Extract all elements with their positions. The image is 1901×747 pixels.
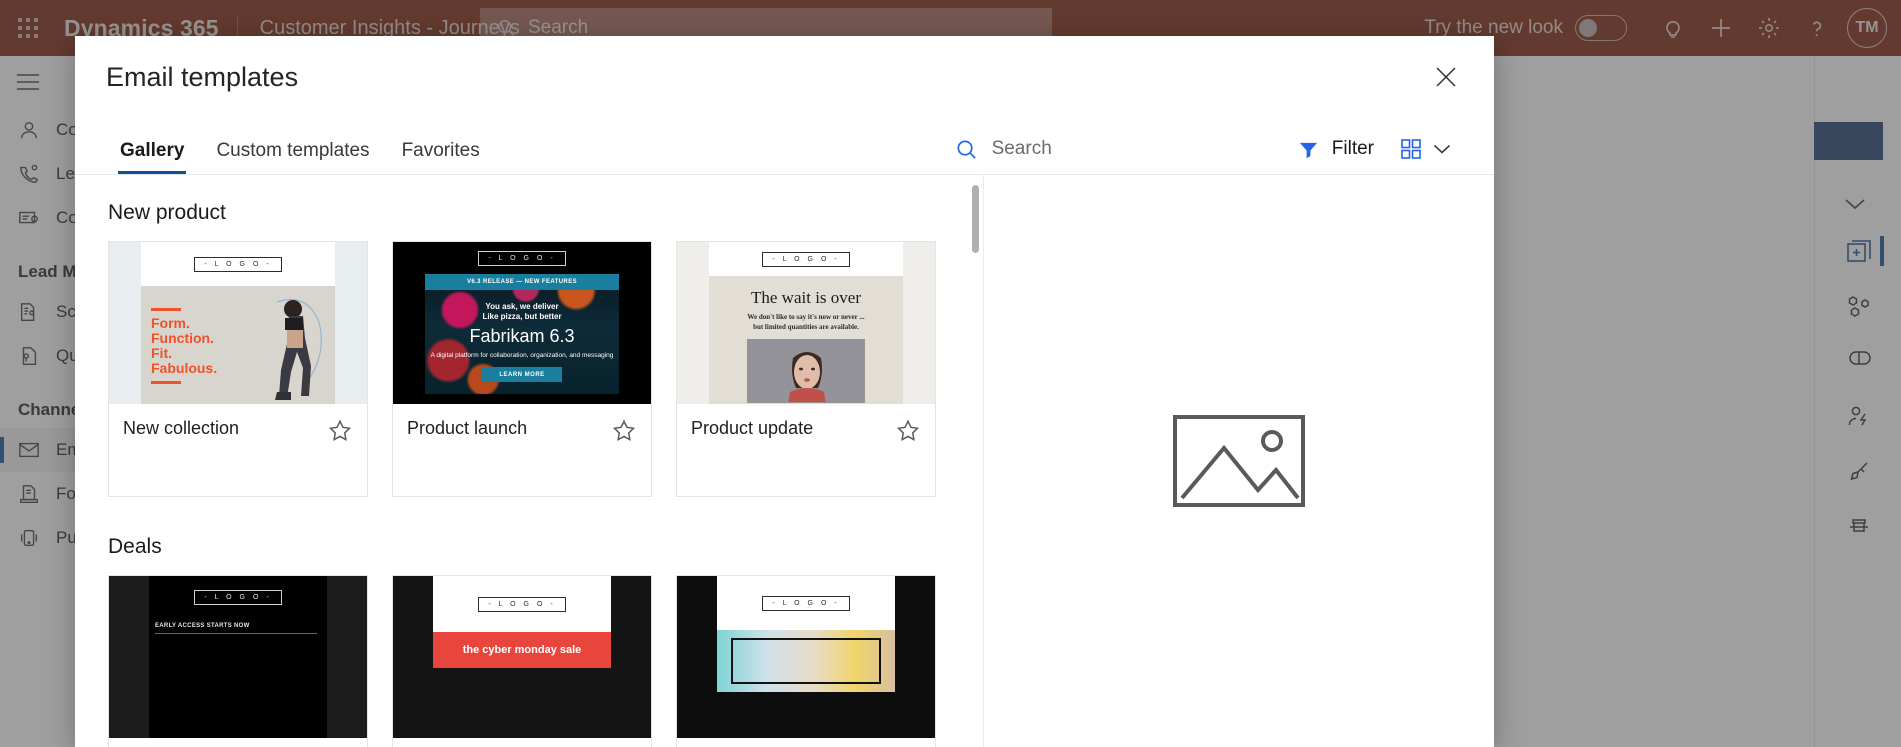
thumbnail-headline: The wait is over — [751, 288, 861, 307]
thumbnail-line2: Like pizza, but better — [482, 312, 562, 321]
dialog-toolbar: Gallery Custom templates Favorites Searc… — [75, 118, 1494, 175]
thumbnail-caption: the cyber monday sale — [433, 632, 611, 668]
template-card[interactable]: - L O G O - EARLY ACCESS STARTS NOW — [108, 575, 368, 747]
thumbnail-banner: V6.3 RELEASE — NEW FEATURES — [425, 274, 619, 290]
headline-line: Form. — [151, 315, 190, 331]
template-thumbnail: - L O G O - EARLY ACCESS STARTS NOW — [109, 576, 367, 738]
headline-line: Fabulous. — [151, 360, 218, 376]
thumbnail-photo — [747, 339, 865, 403]
template-card[interactable]: - L O G O - the cyber monday sale — [392, 575, 652, 747]
template-card-footer — [677, 738, 935, 747]
logo-placeholder: - L O G O - — [478, 596, 566, 612]
template-name: Product launch — [407, 418, 528, 438]
template-card-footer: Product update — [677, 404, 935, 496]
tab-label: Custom templates — [216, 140, 370, 161]
filter-label: Filter — [1331, 138, 1374, 159]
rule-top — [151, 308, 181, 311]
template-card[interactable]: - L O G O - — [108, 241, 368, 497]
thumbnail-subtitle-line1: We don't like to say it's now or never .… — [747, 313, 865, 321]
tab-gallery[interactable]: Gallery — [104, 118, 200, 174]
toolbar-actions: Search Filter — [955, 134, 1466, 174]
thumbnail-logo-bar: - L O G O - — [141, 242, 335, 286]
thumbnail-image: V6.3 RELEASE — NEW FEATURES You ask, we … — [425, 274, 619, 394]
search-input[interactable]: Search — [955, 138, 1052, 161]
scrollbar-thumb[interactable] — [972, 185, 979, 253]
tab-list: Gallery Custom templates Favorites — [106, 118, 496, 174]
template-name: Product update — [691, 418, 814, 438]
thumbnail-subtitle-line2: but limited quantities are available. — [753, 323, 859, 331]
athlete-illustration — [275, 298, 322, 400]
thumbnail-logo-bar: - L O G O - — [393, 242, 651, 274]
template-card-footer: New collection — [109, 404, 367, 496]
thumbnail-cta-button: LEARN MORE — [482, 367, 562, 382]
thumbnail-logo-bar: - L O G O - — [717, 576, 895, 630]
template-thumbnail: - L O G O - — [109, 242, 367, 404]
template-card-footer — [393, 738, 651, 747]
thumbnail-subtitle: A digital platform for collaboration, or… — [430, 352, 614, 359]
thumbnail-headline: Form. Function. Fit. Fabulous. — [151, 308, 217, 384]
search-placeholder: Search — [991, 138, 1052, 159]
template-card-footer: Product launch — [393, 404, 651, 496]
page-title: Email templates — [106, 61, 299, 92]
grid-view-icon — [1401, 139, 1421, 159]
star-outline-icon[interactable] — [611, 418, 637, 444]
gallery-scrollbar[interactable] — [972, 185, 979, 741]
thumbnail-logo-bar: - L O G O - — [433, 576, 611, 632]
logo-placeholder: - L O G O - — [194, 256, 282, 272]
view-mode-button[interactable] — [1400, 134, 1462, 164]
tab-label: Favorites — [401, 140, 480, 161]
template-card[interactable]: - L O G O - The wait is over We don't li… — [676, 241, 936, 497]
email-templates-dialog: Email templates Gallery Custom templates… — [75, 36, 1494, 747]
headline-line: Fit. — [151, 345, 172, 361]
thumbnail-image: Form. Function. Fit. Fabulous. — [141, 286, 335, 404]
template-name: New collection — [123, 418, 240, 438]
logo-placeholder: - L O G O - — [762, 595, 850, 611]
model-portrait-illustration — [748, 340, 864, 402]
thumbnail-line1: You ask, we deliver — [485, 302, 559, 311]
tab-custom-templates[interactable]: Custom templates — [200, 118, 385, 174]
thumbnail-headline: Fabrikam 6.3 — [469, 326, 575, 346]
rule-bottom — [151, 381, 181, 384]
thumbnail-image — [717, 630, 895, 692]
close-icon — [1436, 67, 1456, 87]
thumbnail-image: - L O G O - EARLY ACCESS STARTS NOW — [149, 576, 327, 738]
filter-icon — [1299, 142, 1317, 158]
image-placeholder-icon — [1173, 415, 1305, 507]
thumbnail-logo-bar: - L O G O - — [709, 242, 903, 276]
template-card-row: - L O G O - Form. Function. Fit. Fabulou… — [108, 241, 983, 497]
thumbnail-content: You ask, we deliver Like pizza, but bett… — [425, 290, 619, 382]
section-title: Deals — [108, 535, 162, 558]
chevron-down-icon — [1433, 144, 1451, 154]
template-card-row: - L O G O - EARLY ACCESS STARTS NOW - L … — [108, 575, 983, 747]
thumbnail-caption: EARLY ACCESS STARTS NOW — [155, 623, 250, 629]
filter-button[interactable]: Filter — [1298, 138, 1374, 160]
template-preview-pane — [984, 175, 1494, 747]
template-card[interactable]: - L O G O - V6.3 RELEASE — NEW FEATURES … — [392, 241, 652, 497]
thumbnail-rule — [155, 633, 317, 634]
template-gallery: New product - L O G O - Form. Function. … — [75, 175, 984, 747]
template-thumbnail: - L O G O - The wait is over We don't li… — [677, 242, 935, 404]
thumbnail-image: The wait is over We don't like to say it… — [709, 276, 903, 404]
star-outline-icon[interactable] — [327, 418, 353, 444]
logo-placeholder: - L O G O - — [478, 250, 566, 266]
template-thumbnail: - L O G O - the cyber monday sale — [393, 576, 651, 738]
close-button[interactable] — [1426, 57, 1466, 97]
thumbnail-frame — [731, 638, 881, 684]
template-thumbnail: - L O G O - V6.3 RELEASE — NEW FEATURES … — [393, 242, 651, 404]
template-card-footer — [109, 738, 367, 747]
logo-placeholder: - L O G O - — [762, 251, 850, 267]
tab-label: Gallery — [120, 140, 185, 161]
tab-favorites[interactable]: Favorites — [386, 118, 496, 174]
template-thumbnail: - L O G O - — [677, 576, 935, 738]
star-outline-icon[interactable] — [895, 418, 921, 444]
template-card[interactable]: - L O G O - — [676, 575, 936, 747]
dialog-header: Email templates — [75, 36, 1494, 118]
logo-placeholder: - L O G O - — [194, 590, 282, 605]
view-mode-dropdown[interactable] — [1422, 134, 1462, 164]
headline-line: Function. — [151, 330, 214, 346]
dialog-body: New product - L O G O - Form. Function. … — [75, 175, 1494, 747]
search-icon — [957, 139, 976, 159]
section-title: New product — [108, 201, 226, 224]
